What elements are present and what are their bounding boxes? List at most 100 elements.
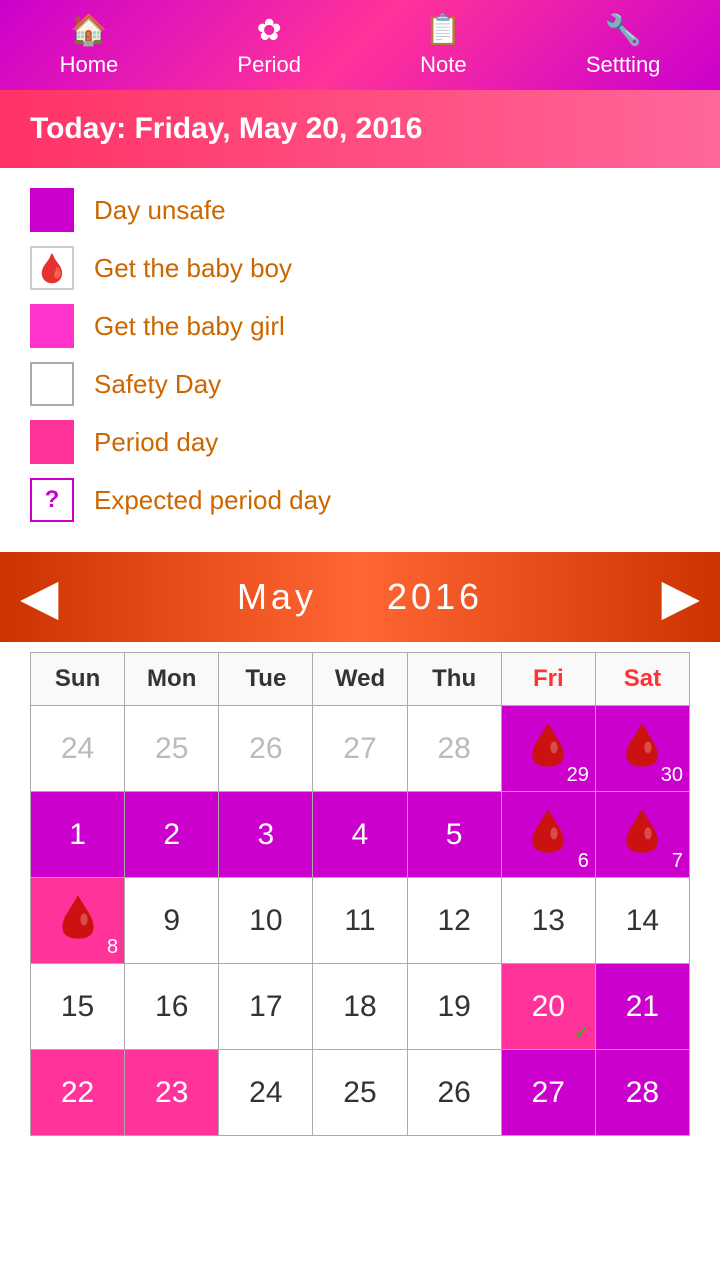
nav-note[interactable]: 📋 Note xyxy=(420,13,466,78)
calendar-cell[interactable]: 8 xyxy=(31,878,125,964)
question-mark-icon: ? xyxy=(45,486,60,514)
calendar-cell[interactable]: 19 xyxy=(407,964,501,1050)
legend: Day unsafe 🩸 Get the baby boy Get the ba… xyxy=(0,168,720,542)
legend-box-period-day xyxy=(30,420,74,464)
day-number: 16 xyxy=(155,990,188,1024)
nav-period[interactable]: ✿ Period xyxy=(237,13,301,78)
day-number: 13 xyxy=(532,904,565,938)
calendar-cell[interactable]: 29 xyxy=(501,706,595,792)
calendar-cell[interactable]: 1 xyxy=(31,792,125,878)
legend-period-day: Period day xyxy=(30,420,690,464)
calendar-cell[interactable]: 10 xyxy=(219,878,313,964)
legend-safety-day: Safety Day xyxy=(30,362,690,406)
day-number: 12 xyxy=(437,904,470,938)
calendar-cell[interactable]: 23 xyxy=(125,1050,219,1136)
calendar-grid: Sun Mon Tue Wed Thu Fri Sat 2425262728 2… xyxy=(30,652,690,1136)
day-number: 28 xyxy=(437,732,470,766)
day-number: 18 xyxy=(343,990,376,1024)
calendar-cell[interactable]: 14 xyxy=(595,878,689,964)
calendar-month: May xyxy=(237,576,317,617)
legend-label-baby-boy: Get the baby boy xyxy=(94,253,292,284)
day-number: 26 xyxy=(249,732,282,766)
legend-box-expected-period: ? xyxy=(30,478,74,522)
calendar-cell[interactable]: 25 xyxy=(125,706,219,792)
calendar-cell[interactable]: 28 xyxy=(595,1050,689,1136)
col-sat: Sat xyxy=(595,653,689,706)
legend-box-day-unsafe xyxy=(30,188,74,232)
period-icon: ✿ xyxy=(257,13,282,48)
legend-label-expected-period: Expected period day xyxy=(94,485,331,516)
day-number: 3 xyxy=(258,818,275,852)
calendar-cell[interactable]: 13 xyxy=(501,878,595,964)
nav-home-label: Home xyxy=(60,52,119,78)
calendar-month-year: May 2016 xyxy=(237,576,483,618)
calendar-cell[interactable]: 30 xyxy=(595,706,689,792)
day-number: 10 xyxy=(249,904,282,938)
calendar-cell[interactable]: 2 xyxy=(125,792,219,878)
day-number: 25 xyxy=(343,1076,376,1110)
nav-home[interactable]: 🏠 Home xyxy=(60,13,119,78)
calendar-header: ◀ May 2016 ▶ xyxy=(0,552,720,642)
calendar-cell[interactable]: 18 xyxy=(313,964,407,1050)
calendar-cell[interactable]: 26 xyxy=(407,1050,501,1136)
top-navigation: 🏠 Home ✿ Period 📋 Note 🔧 Settting xyxy=(0,0,720,90)
calendar-cell[interactable]: 5 xyxy=(407,792,501,878)
calendar-cell[interactable]: 6 xyxy=(501,792,595,878)
calendar-cell[interactable]: 15 xyxy=(31,964,125,1050)
day-number: 19 xyxy=(437,990,470,1024)
day-number: 25 xyxy=(155,732,188,766)
day-number: 11 xyxy=(344,904,375,938)
settings-icon: 🔧 xyxy=(604,13,641,48)
calendar-row: 22 23 24 25 26 27 28 xyxy=(31,1050,690,1136)
calendar-cell[interactable]: 11 xyxy=(313,878,407,964)
col-thu: Thu xyxy=(407,653,501,706)
calendar-cell[interactable]: 22 xyxy=(31,1050,125,1136)
next-month-button[interactable]: ▶ xyxy=(662,572,700,622)
calendar-cell[interactable]: 12 xyxy=(407,878,501,964)
day-number: 14 xyxy=(626,904,659,938)
calendar-cell[interactable]: 20✓ xyxy=(501,964,595,1050)
calendar-cell[interactable]: 3 xyxy=(219,792,313,878)
nav-settings[interactable]: 🔧 Settting xyxy=(586,13,661,78)
calendar-cell[interactable]: 4 xyxy=(313,792,407,878)
day-number: 28 xyxy=(626,1076,659,1110)
calendar-row: 1 2 3 4 5 6 7 xyxy=(31,792,690,878)
calendar-cell[interactable]: 7 xyxy=(595,792,689,878)
calendar-cell[interactable]: 24 xyxy=(31,706,125,792)
day-number: 23 xyxy=(155,1076,188,1110)
calendar-cell[interactable]: 17 xyxy=(219,964,313,1050)
calendar-cell[interactable]: 28 xyxy=(407,706,501,792)
prev-month-button[interactable]: ◀ xyxy=(20,572,58,622)
day-number: 27 xyxy=(532,1076,565,1110)
legend-baby-boy: 🩸 Get the baby boy xyxy=(30,246,690,290)
calendar-cell[interactable]: 27 xyxy=(313,706,407,792)
legend-label-day-unsafe: Day unsafe xyxy=(94,195,226,226)
legend-label-safety-day: Safety Day xyxy=(94,369,221,400)
calendar-cell[interactable]: 21 xyxy=(595,964,689,1050)
calendar-cell[interactable]: 27 xyxy=(501,1050,595,1136)
calendar-cell[interactable]: 16 xyxy=(125,964,219,1050)
col-mon: Mon xyxy=(125,653,219,706)
calendar-row: 15 16 17 18 19 20✓ 21 xyxy=(31,964,690,1050)
day-number: 22 xyxy=(61,1076,94,1110)
day-number: 21 xyxy=(626,990,659,1024)
col-sun: Sun xyxy=(31,653,125,706)
blood-drop-icon: 🩸 xyxy=(35,252,70,285)
day-number: 5 xyxy=(446,818,463,852)
calendar-row: 24 25 26 27 28 29 30 xyxy=(31,706,690,792)
legend-expected-period: ? Expected period day xyxy=(30,478,690,522)
calendar-cell[interactable]: 9 xyxy=(125,878,219,964)
legend-day-unsafe: Day unsafe xyxy=(30,188,690,232)
calendar-weekday-row: Sun Mon Tue Wed Thu Fri Sat xyxy=(31,653,690,706)
calendar-cell[interactable]: 24 xyxy=(219,1050,313,1136)
today-checkmark: ✓ xyxy=(574,1023,589,1044)
day-number: 24 xyxy=(61,732,94,766)
calendar-cell[interactable]: 25 xyxy=(313,1050,407,1136)
legend-box-safety-day xyxy=(30,362,74,406)
day-number: 24 xyxy=(249,1076,282,1110)
calendar-cell[interactable]: 26 xyxy=(219,706,313,792)
day-number: 27 xyxy=(343,732,376,766)
day-number: 2 xyxy=(163,818,180,852)
calendar-row: 89 10 11 12 13 14 xyxy=(31,878,690,964)
legend-box-baby-girl xyxy=(30,304,74,348)
